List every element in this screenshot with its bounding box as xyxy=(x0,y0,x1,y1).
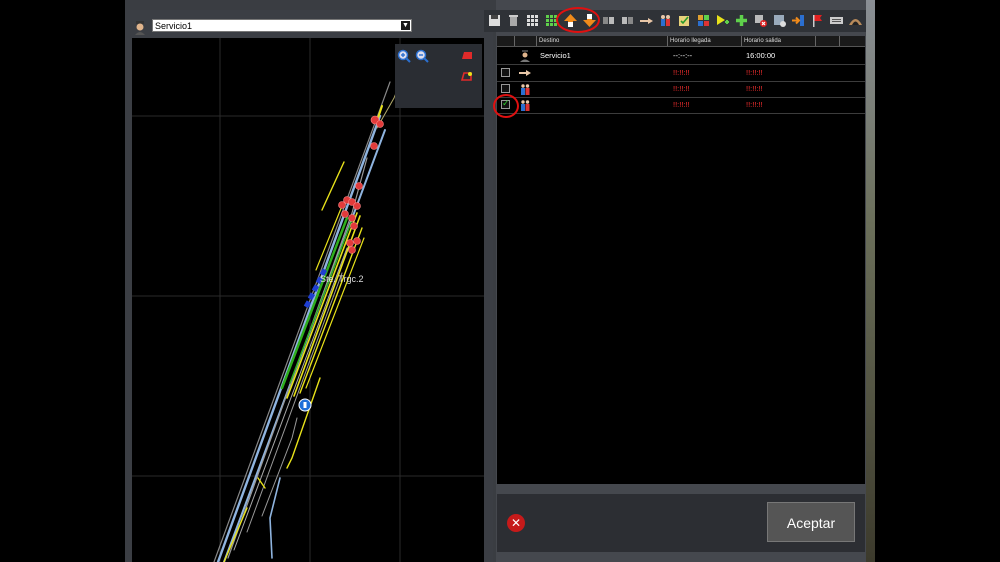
check-list-icon[interactable] xyxy=(677,13,692,28)
service-select-value: Servicio1 xyxy=(155,21,193,31)
keyboard-icon[interactable] xyxy=(829,13,844,28)
instructions-table: Destino Horario llegada Horario salida S… xyxy=(497,36,865,484)
col-llegada[interactable]: Horario llegada xyxy=(668,36,742,46)
table-row[interactable]: !!:!!:!! !!:!!:!! xyxy=(497,65,865,82)
split-left-icon[interactable] xyxy=(601,13,616,28)
map-station-label: Ste. Trgc.2 xyxy=(320,274,364,284)
row-llegada: --:--:-- xyxy=(673,51,693,60)
trash-icon[interactable] xyxy=(506,13,521,28)
row-llegada: !!:!!:!! xyxy=(673,100,690,109)
arrow-in-icon[interactable] xyxy=(791,13,806,28)
row-destino: Servicio1 xyxy=(540,51,571,60)
remove-red-icon[interactable] xyxy=(753,13,768,28)
dialog-footer: ✕ Aceptar xyxy=(497,494,865,552)
row-checkbox[interactable] xyxy=(501,68,510,77)
table-header: Destino Horario llegada Horario salida xyxy=(497,36,865,47)
hand-point-icon xyxy=(519,70,531,76)
add-yellow-icon[interactable] xyxy=(715,13,730,28)
row-salida: !!:!!:!! xyxy=(746,100,763,109)
driver-icon xyxy=(135,21,145,35)
col-salida[interactable]: Horario salida xyxy=(742,36,816,46)
driver-icon xyxy=(520,50,530,62)
row-llegada: !!:!!:!! xyxy=(673,68,690,77)
chevron-down-icon[interactable]: ▼ xyxy=(401,21,410,30)
cancel-icon[interactable]: ✕ xyxy=(507,514,525,532)
accept-button[interactable]: Aceptar xyxy=(767,502,855,542)
zoom-out-icon[interactable] xyxy=(415,49,429,63)
row-salida: 16:00:00 xyxy=(746,51,776,60)
zoom-in-icon[interactable] xyxy=(397,49,411,63)
tunnel-icon[interactable] xyxy=(848,13,863,28)
row-salida: !!:!!:!! xyxy=(746,84,763,93)
table-row[interactable]: !!:!!:!! !!:!!:!! xyxy=(497,81,865,98)
passengers-icon[interactable] xyxy=(658,13,673,28)
instructions-toolbar xyxy=(484,10,866,32)
row-salida: !!:!!:!! xyxy=(746,68,763,77)
service-select[interactable]: Servicio1 ▼ xyxy=(152,19,412,32)
grid-icon[interactable] xyxy=(525,13,540,28)
passengers-icon xyxy=(521,84,530,95)
row-llegada: !!:!!:!! xyxy=(673,84,690,93)
col-icon xyxy=(515,36,537,46)
split-right-icon[interactable] xyxy=(620,13,635,28)
col-check xyxy=(497,36,515,46)
add-green-icon[interactable] xyxy=(734,13,749,28)
add-window-icon[interactable] xyxy=(772,13,787,28)
reorder-highlight xyxy=(556,7,600,33)
row-checkbox[interactable] xyxy=(501,84,510,93)
camera-icon[interactable] xyxy=(460,49,474,63)
checkbox-highlight xyxy=(493,94,519,118)
info-marker-icon[interactable] xyxy=(298,398,312,412)
service-map-panel: Servicio1 ▼ Ste. Trgc.2 xyxy=(125,10,493,562)
save-icon[interactable] xyxy=(487,13,502,28)
table-row[interactable]: !!:!!:!! !!:!!:!! xyxy=(497,97,865,114)
service-bar: Servicio1 ▼ xyxy=(125,16,493,38)
pin-camera-icon[interactable] xyxy=(460,69,474,83)
table-row[interactable]: Servicio1 --:--:-- 16:00:00 xyxy=(497,48,865,65)
track-map-canvas[interactable]: Ste. Trgc.2 xyxy=(132,38,484,562)
passengers-icon xyxy=(521,100,530,111)
scenery-background xyxy=(865,0,875,562)
flag-icon[interactable] xyxy=(810,13,825,28)
people-group-icon[interactable] xyxy=(696,13,711,28)
track-map[interactable]: Ste. Trgc.2 xyxy=(132,38,484,562)
hand-point-icon[interactable] xyxy=(639,13,654,28)
map-controls xyxy=(395,44,482,108)
col-extra xyxy=(816,36,840,46)
col-destino[interactable]: Destino xyxy=(537,36,668,46)
